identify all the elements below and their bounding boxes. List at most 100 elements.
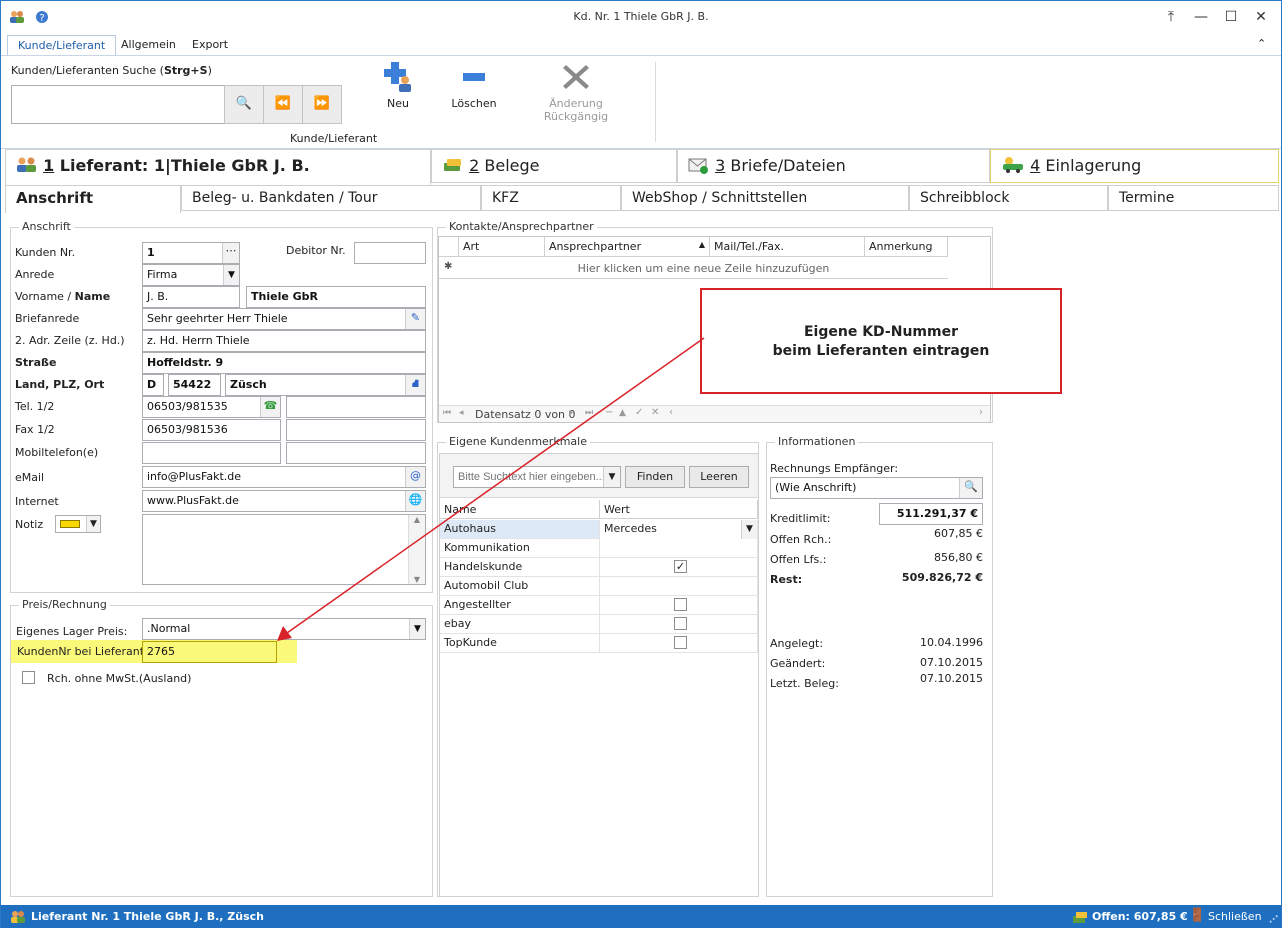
- mobil1-field[interactable]: [142, 442, 281, 464]
- ribbon-tab-kunde[interactable]: Kunde/Lieferant: [7, 35, 117, 55]
- close-status-button[interactable]: Schließen: [1208, 910, 1262, 923]
- scroll-right-icon[interactable]: ›: [979, 407, 983, 418]
- merkmal-checkbox[interactable]: ✓: [674, 560, 687, 573]
- tab-lieferant[interactable]: 1 Lieferant: 1|Thiele GbR J. B.: [5, 149, 431, 185]
- chevron-down-icon[interactable]: ▼: [223, 265, 239, 285]
- subtab-webshop[interactable]: WebShop / Schnittstellen: [621, 185, 909, 211]
- merkmal-row[interactable]: Angestellter: [440, 596, 758, 615]
- chevron-down-icon[interactable]: ▼: [603, 467, 620, 487]
- new-button[interactable]: Neu: [373, 60, 423, 120]
- notiz-textarea[interactable]: [142, 514, 426, 585]
- internet-field[interactable]: www.PlusFakt.de: [142, 490, 426, 512]
- nav-last-icon[interactable]: ⏭: [585, 408, 593, 418]
- nav-up-icon[interactable]: ▲: [619, 408, 626, 418]
- mwst-checkbox[interactable]: [22, 671, 35, 684]
- ribbon-tab-allgemein[interactable]: Allgemein: [111, 35, 186, 55]
- fax1-field[interactable]: 06503/981536: [142, 419, 281, 441]
- merkmal-value[interactable]: ✓: [600, 558, 758, 577]
- merkmal-row[interactable]: Handelskunde ✓: [440, 558, 758, 577]
- notiz-color-picker[interactable]: ▼: [55, 515, 101, 533]
- plz-field[interactable]: 54422: [168, 374, 221, 396]
- previous-icon[interactable]: ⏪: [263, 85, 303, 124]
- lager-preis-select[interactable]: .Normal ▼: [142, 618, 426, 640]
- merkmal-row[interactable]: ebay: [440, 615, 758, 634]
- merkmal-row[interactable]: Autohaus Mercedes ▼: [440, 520, 758, 539]
- at-icon[interactable]: @: [405, 467, 425, 487]
- search-input[interactable]: [11, 85, 225, 124]
- merkmal-value[interactable]: [600, 615, 758, 634]
- subtab-kfz[interactable]: KFZ: [481, 185, 621, 211]
- merkmal-row[interactable]: Kommunikation: [440, 539, 758, 558]
- tab-einlagerung[interactable]: 4 Einlagerung: [990, 149, 1279, 183]
- column-mail[interactable]: Mail/Tel./Fax.: [710, 237, 865, 257]
- subtab-schreibblock[interactable]: Schreibblock: [909, 185, 1108, 211]
- next-icon[interactable]: ⏩: [302, 85, 342, 124]
- mobil2-field[interactable]: [286, 442, 426, 464]
- ellipsis-icon[interactable]: ⋯: [222, 243, 239, 263]
- nav-prev-icon[interactable]: ◂: [459, 408, 464, 418]
- column-name[interactable]: Name: [440, 500, 600, 519]
- resize-grip-icon[interactable]: ⋰: [1269, 915, 1278, 925]
- notiz-scrollbar[interactable]: ▲ ▼: [408, 515, 425, 584]
- merkmal-value[interactable]: [600, 634, 758, 653]
- briefanrede-field[interactable]: Sehr geehrter Herr Thiele: [142, 308, 426, 330]
- ort-field[interactable]: Züsch: [225, 374, 426, 396]
- column-wert[interactable]: Wert: [600, 500, 758, 519]
- leeren-button[interactable]: Leeren: [689, 466, 749, 488]
- nav-confirm-icon[interactable]: ✓: [635, 407, 643, 418]
- minimize-button[interactable]: —: [1191, 9, 1211, 25]
- subtab-beleg-bank[interactable]: Beleg- u. Bankdaten / Tour: [181, 185, 481, 211]
- delete-button[interactable]: Löschen: [449, 60, 499, 120]
- debitor-nr-field[interactable]: [354, 242, 426, 264]
- chevron-down-icon[interactable]: ▼: [409, 619, 425, 639]
- nav-cancel-icon[interactable]: ✕: [651, 407, 659, 418]
- edit-icon[interactable]: ✎: [405, 309, 425, 329]
- chevron-down-icon[interactable]: ▼: [86, 516, 100, 532]
- finden-button[interactable]: Finden: [625, 466, 685, 488]
- search-icon[interactable]: 🔍: [959, 478, 982, 498]
- undo-button[interactable]: Änderung Rückgängig: [519, 60, 633, 123]
- merkmal-checkbox[interactable]: [674, 617, 687, 630]
- column-ansprechpartner[interactable]: Ansprechpartner ▲: [545, 237, 710, 257]
- nav-first-icon[interactable]: ⏮: [443, 408, 451, 418]
- strasse-field[interactable]: Hoffeldstr. 9: [142, 352, 426, 374]
- merkmal-row[interactable]: TopKunde: [440, 634, 758, 653]
- ribbon-collapse-icon[interactable]: ⌃: [1257, 37, 1266, 50]
- chevron-down-icon[interactable]: ▼: [741, 520, 757, 539]
- fax2-field[interactable]: [286, 419, 426, 441]
- scroll-left-icon[interactable]: ‹: [669, 407, 673, 418]
- land-field[interactable]: D: [142, 374, 164, 396]
- subtab-anschrift[interactable]: Anschrift: [5, 185, 181, 213]
- tel2-field[interactable]: [286, 396, 426, 418]
- merkmal-checkbox[interactable]: [674, 598, 687, 611]
- scroll-up-icon[interactable]: ▲: [409, 515, 425, 524]
- vorname-field[interactable]: J. B.: [142, 286, 240, 308]
- merkmal-checkbox[interactable]: [674, 636, 687, 649]
- globe-icon[interactable]: 🌐: [405, 491, 425, 511]
- column-anmerkung[interactable]: Anmerkung: [865, 237, 948, 257]
- tab-briefe[interactable]: 3 Briefe/Dateien: [677, 149, 990, 183]
- phone-icon[interactable]: ☎: [260, 397, 280, 417]
- search-icon[interactable]: 🔍: [224, 85, 264, 124]
- maximize-button[interactable]: ☐: [1221, 9, 1241, 25]
- subtab-termine[interactable]: Termine: [1108, 185, 1279, 211]
- merkmal-value[interactable]: [600, 539, 758, 558]
- nav-delete-icon[interactable]: −: [605, 407, 613, 418]
- new-row[interactable]: ✱ Hier klicken um eine neue Zeile hinzuz…: [439, 258, 948, 279]
- anrede-select[interactable]: Firma ▼: [142, 264, 240, 286]
- tab-belege[interactable]: 2 Belege: [431, 149, 677, 183]
- empfaenger-field[interactable]: (Wie Anschrift): [770, 477, 983, 499]
- kreditlimit-field[interactable]: 511.291,37 €: [879, 503, 983, 525]
- merkmal-value[interactable]: Mercedes ▼: [600, 520, 758, 539]
- pin-icon[interactable]: ⤒: [1161, 9, 1181, 25]
- email-field[interactable]: info@PlusFakt.de: [142, 466, 426, 488]
- ribbon-tab-export[interactable]: Export: [182, 35, 238, 55]
- name-field[interactable]: Thiele GbR: [246, 286, 426, 308]
- merkmale-search-input[interactable]: [453, 466, 621, 488]
- adr2-field[interactable]: z. Hd. Herrn Thiele: [142, 330, 426, 352]
- scroll-down-icon[interactable]: ▼: [409, 575, 425, 584]
- close-button[interactable]: ✕: [1251, 9, 1271, 25]
- merkmal-row[interactable]: Automobil Club: [440, 577, 758, 596]
- route-icon[interactable]: ⛘: [405, 375, 425, 395]
- column-art[interactable]: Art: [459, 237, 545, 257]
